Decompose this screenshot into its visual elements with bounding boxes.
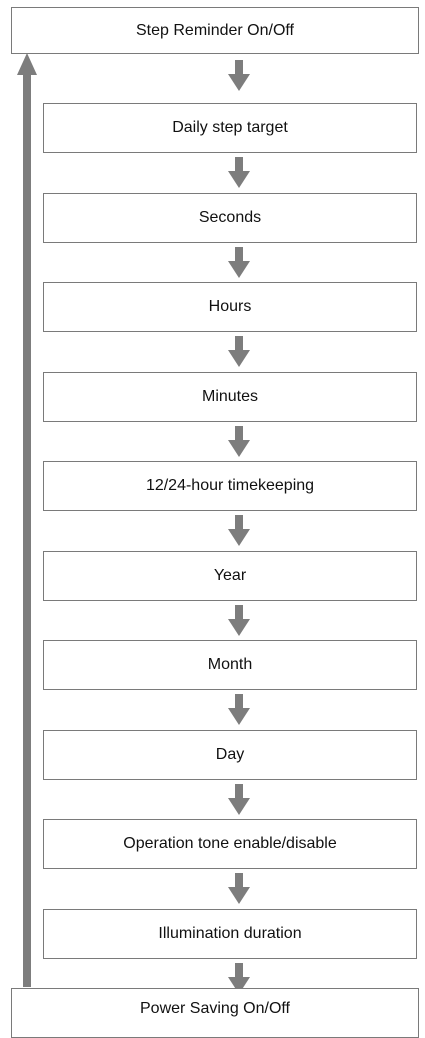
down-arrow-icon [228, 784, 250, 815]
down-arrow-icon [228, 157, 250, 188]
step-label: Minutes [201, 388, 259, 405]
down-arrow-icon [228, 873, 250, 904]
step-label: Daily step target [172, 119, 288, 136]
step-label: Day [215, 746, 245, 763]
step-label: Operation tone enable/disable [123, 835, 337, 852]
step-box: Hours [43, 282, 417, 332]
return-loop-arrow-icon [17, 53, 37, 987]
step-label: Illumination duration [158, 925, 302, 942]
step-box: Daily step target [43, 103, 417, 153]
down-arrow-icon [228, 426, 250, 457]
step-reminder-box: Step Reminder On/Off [11, 7, 419, 54]
down-arrow-icon [228, 694, 250, 725]
power-saving-label: Power Saving On/Off [140, 1000, 290, 1017]
step-box: Year [43, 551, 417, 601]
down-arrow-icon [228, 60, 250, 91]
power-saving-box: Power Saving On/Off [11, 988, 419, 1038]
down-arrow-icon [228, 605, 250, 636]
step-box: Day [43, 730, 417, 780]
step-label: 12/24-hour timekeeping [145, 477, 315, 494]
step-label: Month [207, 656, 253, 673]
down-arrow-icon [228, 515, 250, 546]
step-label: Year [213, 567, 247, 584]
step-box: 12/24-hour timekeeping [43, 461, 417, 511]
down-arrow-icon [228, 247, 250, 278]
step-label: Seconds [198, 209, 262, 226]
step-box: Operation tone enable/disable [43, 819, 417, 869]
step-box: Seconds [43, 193, 417, 243]
step-label: Hours [208, 298, 252, 315]
step-box: Month [43, 640, 417, 690]
step-box: Minutes [43, 372, 417, 422]
step-reminder-label: Step Reminder On/Off [136, 21, 294, 39]
step-box: Illumination duration [43, 909, 417, 959]
down-arrow-icon [228, 336, 250, 367]
